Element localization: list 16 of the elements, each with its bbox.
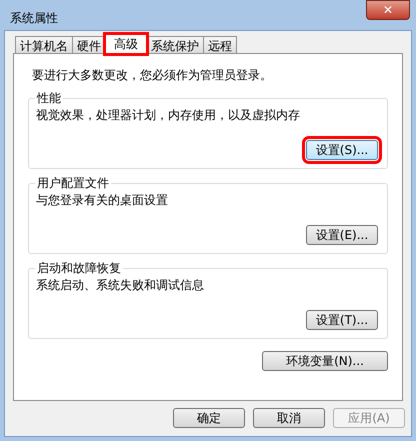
admin-notice: 要进行大多数更改，您必须作为管理员登录。: [32, 67, 273, 84]
dialog-button[interactable]: 确定: [173, 408, 245, 428]
settings-button[interactable]: 设置(E)...: [306, 225, 378, 245]
tab[interactable]: 计算机名: [15, 36, 73, 54]
dialog-button[interactable]: 取消: [253, 408, 325, 428]
window-title: 系统属性: [10, 10, 58, 27]
settings-button[interactable]: 设置(T)...: [306, 310, 378, 330]
group-title: 启动和故障恢复: [35, 260, 123, 276]
tab[interactable]: 高级: [105, 34, 147, 54]
group-description: 与您登录有关的桌面设置: [36, 192, 169, 208]
tab[interactable]: 远程: [203, 36, 237, 54]
group-description: 系统启动、系统失败和调试信息: [36, 277, 205, 293]
group-title: 用户配置文件: [35, 175, 111, 191]
environment-variables-button[interactable]: 环境变量(N)...: [262, 351, 388, 371]
group-title: 性能: [35, 90, 63, 106]
group-description: 视觉效果，处理器计划，内存使用，以及虚拟内存: [36, 107, 301, 123]
